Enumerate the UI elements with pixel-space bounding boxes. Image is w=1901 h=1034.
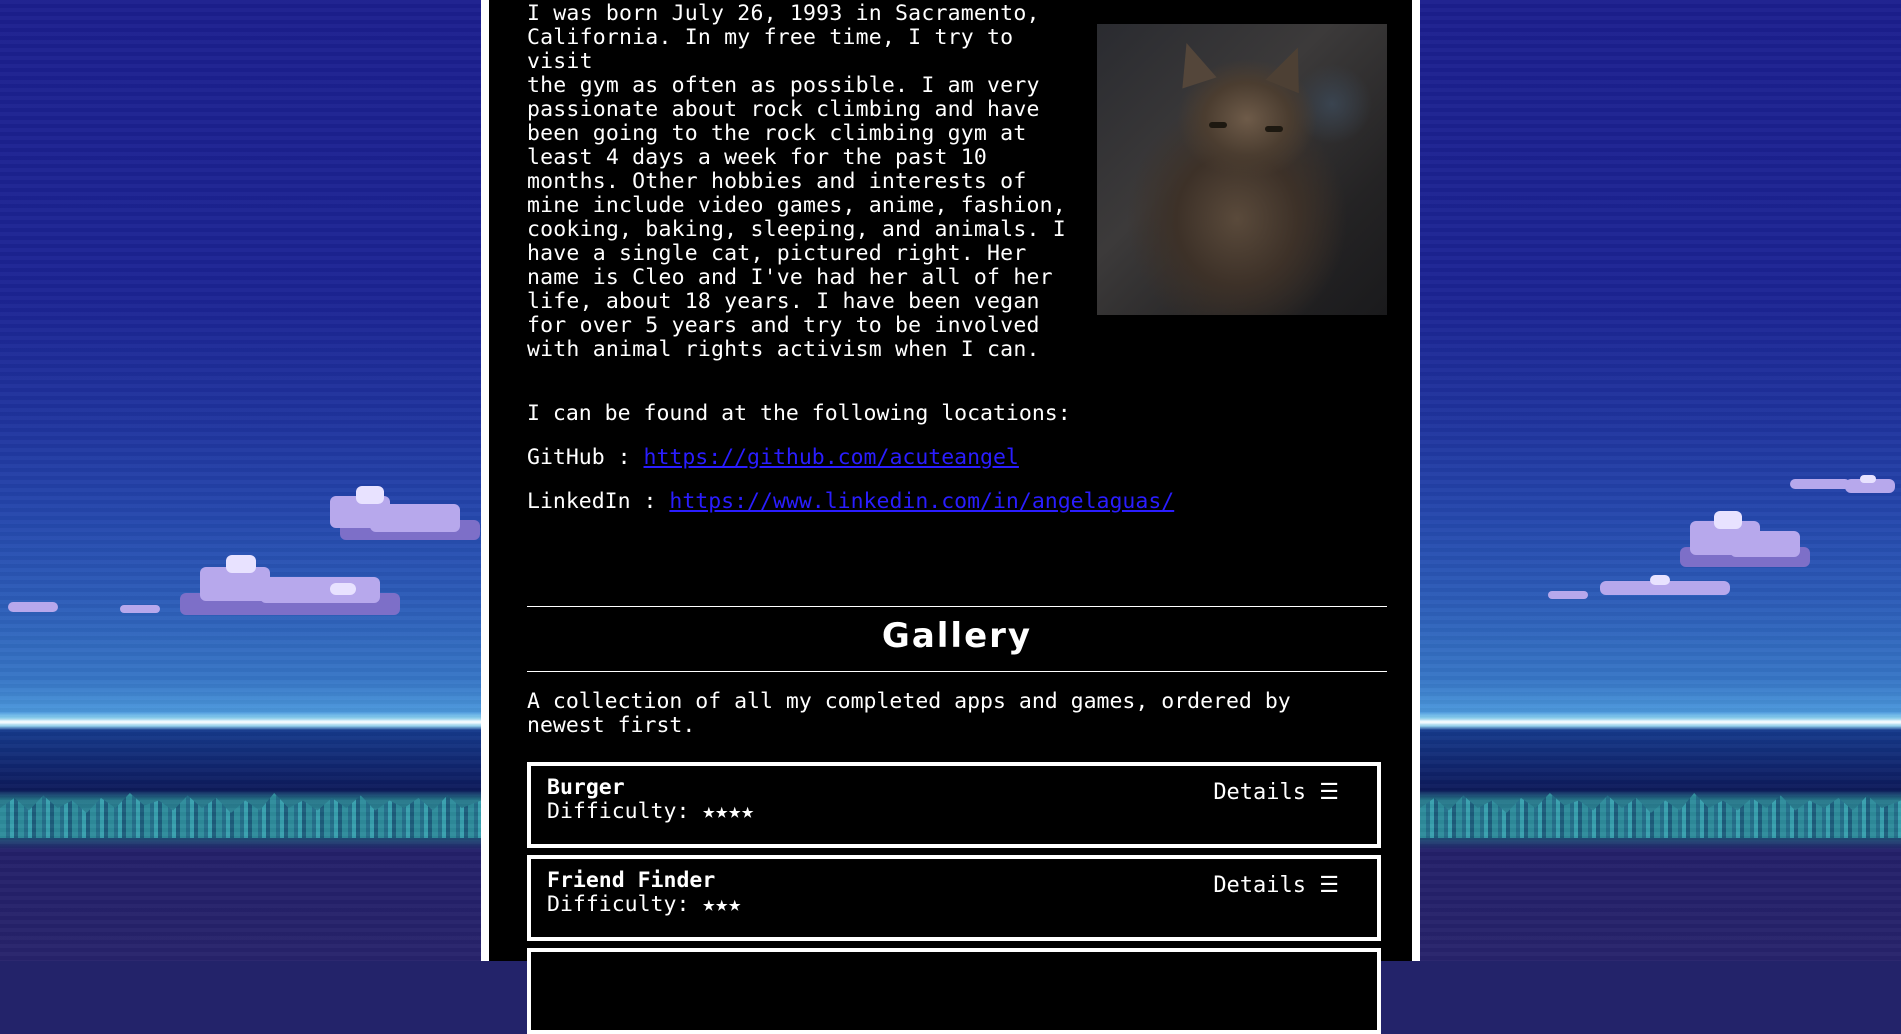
card-difficulty: Difficulty: ★★★	[547, 892, 742, 917]
linkedin-row: LinkedIn : https://www.linkedin.com/in/a…	[527, 488, 1174, 516]
background-left	[0, 0, 481, 961]
gallery-divider-bottom	[527, 671, 1387, 672]
panel-content-area: I was born July 26, 1993 in Sacramento, …	[489, 0, 1412, 1034]
card-difficulty: Difficulty: ★★★★	[547, 799, 755, 824]
cloud-decoration	[1840, 475, 1900, 497]
locations-intro: I can be found at the following location…	[527, 401, 1071, 426]
gallery-title: Gallery	[881, 616, 1033, 656]
gallery-description: A collection of all my completed apps an…	[527, 689, 1291, 738]
bio-paragraph: I was born July 26, 1993 in Sacramento, …	[527, 1, 1066, 362]
github-label: GitHub :	[527, 445, 644, 470]
cloud-decoration	[1600, 575, 1730, 605]
cloud-decoration	[120, 602, 160, 616]
background-right	[1420, 0, 1901, 961]
cloud-decoration	[1670, 505, 1810, 580]
cat-photo	[1097, 24, 1387, 315]
details-button[interactable]: Details ☰	[1213, 873, 1339, 899]
gallery-card-friend-finder: Friend Finder Difficulty: ★★★ Details ☰	[527, 855, 1381, 941]
card-title: Friend Finder	[547, 868, 716, 893]
cloud-decoration	[1548, 588, 1588, 602]
gallery-card-burger: Burger Difficulty: ★★★★ Details ☰	[527, 762, 1381, 848]
github-link[interactable]: https://github.com/acuteangel	[644, 445, 1019, 470]
details-button[interactable]: Details ☰	[1213, 780, 1339, 806]
card-title: Burger	[547, 775, 625, 800]
linkedin-label: LinkedIn :	[527, 489, 670, 514]
cloud-decoration	[8, 598, 58, 616]
github-row: GitHub : https://github.com/acuteangel	[527, 444, 1019, 472]
linkedin-link[interactable]: https://www.linkedin.com/in/angelaguas/	[669, 489, 1174, 514]
cloud-decoration	[180, 545, 410, 625]
gallery-divider-top	[527, 606, 1387, 607]
main-panel: I was born July 26, 1993 in Sacramento, …	[481, 0, 1420, 1034]
